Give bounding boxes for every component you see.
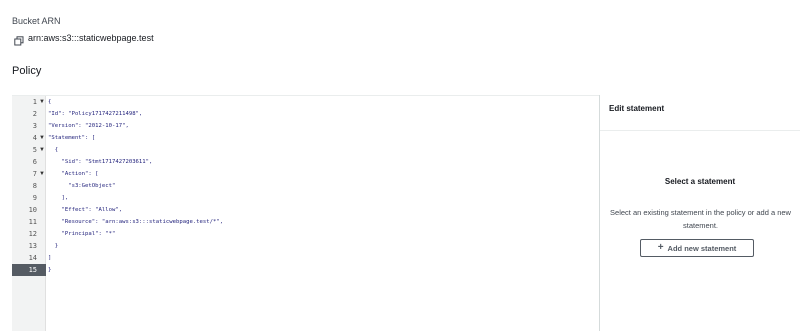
code-text: "Principal": "*"	[48, 231, 116, 237]
edit-statement-panel: Edit statement Select a statement Select…	[599, 95, 800, 331]
line-number-cell: 12	[12, 228, 46, 240]
code-text: }	[48, 243, 59, 249]
code-line[interactable]: 8 "s3:GetObject"	[12, 180, 599, 192]
add-new-statement-button[interactable]: + Add new statement	[640, 239, 754, 257]
code-text: }	[48, 267, 52, 273]
code-text: "Effect": "Allow",	[48, 207, 123, 213]
code-text: ],	[48, 195, 69, 201]
line-number: 13	[28, 242, 37, 250]
line-number-cell: 11	[12, 216, 46, 228]
code-text: "Action": [	[48, 171, 99, 177]
line-number: 15	[28, 266, 37, 274]
line-number: 7	[32, 170, 37, 178]
code-text: {	[48, 147, 59, 153]
line-number: 3	[32, 122, 37, 130]
code-text: "Version": "2012-10-17",	[48, 123, 129, 129]
line-number: 10	[28, 206, 37, 214]
line-number-cell: 4 ▼	[12, 132, 46, 144]
line-number-cell: 5 ▼	[12, 144, 46, 156]
line-number: 2	[32, 110, 37, 118]
code-line[interactable]: 4 ▼ "Statement": [	[12, 132, 599, 144]
policy-editor[interactable]: 1 ▼{2 "Id": "Policy1717427211498", 3 "Versio…	[12, 95, 599, 331]
line-number-cell: 10	[12, 204, 46, 216]
line-number: 5	[32, 146, 37, 154]
code-text: {	[48, 99, 52, 105]
code-line[interactable]: 11 "Resource": "arn:aws:s3:::staticwebpa…	[12, 216, 599, 228]
code-line[interactable]: 5 ▼ {	[12, 144, 599, 156]
line-number: 12	[28, 230, 37, 238]
fold-toggle-icon[interactable]: ▼	[38, 171, 46, 177]
code-line[interactable]: 9 ],	[12, 192, 599, 204]
code-line[interactable]: 10 "Effect": "Allow",	[12, 204, 599, 216]
fold-toggle-icon[interactable]: ▼	[38, 99, 46, 105]
line-number-cell: 7 ▼	[12, 168, 46, 180]
code-text: ]	[48, 255, 52, 261]
code-text: "Statement": [	[48, 135, 96, 141]
fold-toggle-icon[interactable]: ▼	[38, 147, 46, 153]
line-number-cell: 2	[12, 108, 46, 120]
fold-toggle-icon[interactable]: ▼	[38, 135, 46, 141]
line-number-cell: 15	[12, 264, 46, 276]
bucket-arn-value: arn:aws:s3:::staticwebpage.test	[28, 33, 154, 43]
line-number: 14	[28, 254, 37, 262]
line-number-cell: 8	[12, 180, 46, 192]
code-line[interactable]: 1 ▼{	[12, 96, 599, 108]
select-statement-description: Select an existing statement in the poli…	[610, 208, 791, 230]
code-line[interactable]: 6 "Sid": "Stmt1717427203611",	[12, 156, 599, 168]
line-number: 4	[32, 134, 37, 142]
line-number: 8	[32, 182, 37, 190]
code-text: "Id": "Policy1717427211498",	[48, 111, 143, 117]
line-number-cell: 1 ▼	[12, 96, 46, 108]
policy-title: Policy	[12, 65, 42, 77]
line-number: 11	[28, 218, 37, 226]
bucket-arn-label: Bucket ARN	[12, 16, 61, 26]
add-new-statement-label: Add new statement	[667, 243, 737, 253]
line-number-cell: 9	[12, 192, 46, 204]
code-line[interactable]: 7 ▼ "Action": [	[12, 168, 599, 180]
line-number-cell: 3	[12, 120, 46, 132]
plus-icon: +	[657, 242, 664, 253]
line-number-cell: 14	[12, 252, 46, 264]
code-text: "Sid": "Stmt1717427203611",	[48, 159, 153, 165]
edit-statement-title: Edit statement	[609, 104, 665, 113]
code-text: "s3:GetObject"	[48, 183, 116, 189]
copy-icon[interactable]	[14, 33, 24, 46]
select-statement-title: Select a statement	[664, 177, 736, 186]
line-number: 9	[32, 194, 37, 202]
code-line[interactable]: 2 "Id": "Policy1717427211498",	[12, 108, 599, 120]
line-number: 6	[32, 158, 37, 166]
code-text: "Resource": "arn:aws:s3:::staticwebpage.…	[48, 219, 224, 225]
code-line[interactable]: 3 "Version": "2012-10-17",	[12, 120, 599, 132]
bucket-arn-row: arn:aws:s3:::staticwebpage.test	[14, 33, 154, 46]
line-number-cell: 6	[12, 156, 46, 168]
code-line[interactable]: 14]	[12, 252, 599, 264]
code-line[interactable]: 15}	[12, 264, 599, 276]
line-number-cell: 13	[12, 240, 46, 252]
panel-header: Edit statement	[600, 95, 800, 131]
code-line[interactable]: 13 }	[12, 240, 599, 252]
line-number: 1	[32, 98, 37, 106]
code-line[interactable]: 12 "Principal": "*"	[12, 228, 599, 240]
